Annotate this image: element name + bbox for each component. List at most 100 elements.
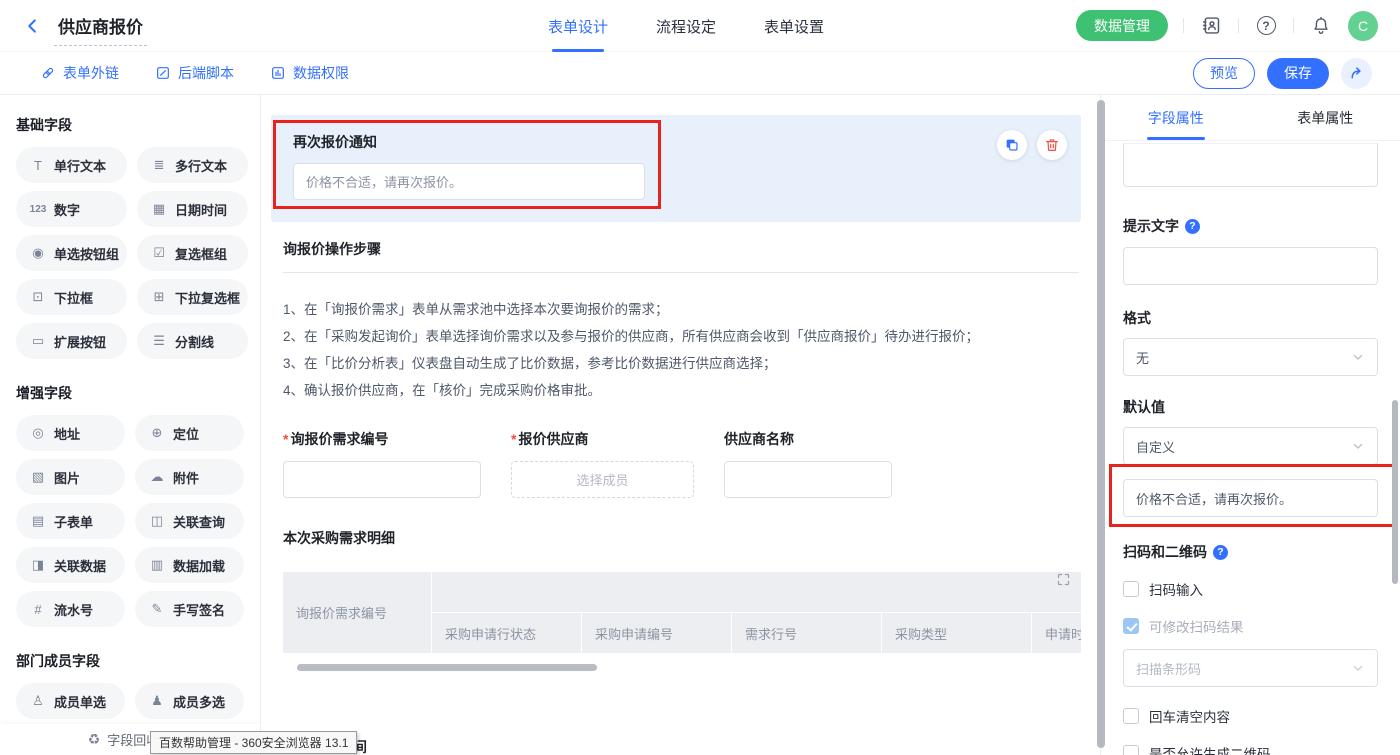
tab-form-setting[interactable]: 表单设置 [764, 0, 824, 52]
share-button[interactable] [1341, 58, 1372, 89]
checkbox-group-icon: ☑ [150, 245, 168, 261]
checkbox-unchecked[interactable] [1123, 708, 1139, 724]
divider [1183, 18, 1184, 33]
field-type-item[interactable]: ≣多行文本 [137, 147, 248, 183]
user-avatar[interactable]: C [1348, 11, 1378, 41]
deadline-label: 报价截止时间 [283, 737, 1081, 755]
property-panel-body: 提示文字 ? 格式 无 默认值 自定义 [1101, 143, 1400, 755]
data-permission-icon [270, 65, 286, 81]
tab-flow-setting[interactable]: 流程设定 [656, 0, 716, 52]
field-type-item[interactable]: ☰分割线 [137, 323, 248, 359]
field-type-item[interactable]: ▥数据加载 [135, 547, 244, 583]
scan-type-select[interactable]: 扫描条形码 [1123, 649, 1378, 687]
copy-field-button[interactable] [997, 130, 1027, 160]
checkbox-unchecked[interactable] [1123, 745, 1139, 755]
checkbox-scan-input[interactable]: 扫码输入 [1123, 579, 1378, 599]
property-panel: 字段属性 表单属性 提示文字 ? 格式 无 默认值 [1100, 95, 1400, 755]
help-icon[interactable]: ? [1254, 14, 1278, 38]
tab-field-properties[interactable]: 字段属性 [1101, 95, 1251, 140]
location-icon: ⊕ [148, 425, 166, 441]
required-mark: * [511, 431, 516, 447]
preview-button[interactable]: 预览 [1193, 58, 1255, 89]
canvas-vertical-scrollbar[interactable] [1097, 100, 1105, 748]
save-button[interactable]: 保存 [1267, 58, 1329, 89]
field-request-number[interactable]: *询报价需求编号 [283, 429, 481, 498]
request-number-input[interactable] [283, 461, 481, 498]
field-type-item[interactable]: ◎地址 [16, 415, 125, 451]
field-supplier-name[interactable]: 供应商名称 [724, 429, 892, 498]
field-type-item[interactable]: ▭扩展按钮 [16, 323, 127, 359]
steps-divider-section: 询报价操作步骤 1、在「询报价需求」表单从需求池中选择本次要询报价的需求； 2、… [271, 239, 1081, 404]
scan-help-icon[interactable]: ? [1213, 545, 1228, 560]
copy-icon [1004, 137, 1020, 153]
field-type-item[interactable]: ⊡下拉框 [16, 279, 127, 315]
subform-column-header: 采购类型 [881, 613, 1031, 653]
select-member-box[interactable]: 选择成员 [511, 461, 694, 498]
field-type-item[interactable]: ◨关联数据 [16, 547, 125, 583]
basic-fields-grid: T单行文本 ≣多行文本 123数字 ▦日期时间 ◉单选按钮组 ☑复选框组 ⊡下拉… [16, 147, 244, 359]
supplier-name-input[interactable] [724, 461, 892, 498]
field-type-item[interactable]: ☑复选框组 [137, 235, 248, 271]
attachment-icon: ☁ [148, 469, 166, 485]
fullscreen-expand-icon[interactable] [1056, 572, 1071, 587]
field-type-item[interactable]: ⊕定位 [135, 415, 244, 451]
address-book-icon[interactable] [1199, 14, 1223, 38]
subform-first-column-header: 询报价需求编号 [283, 572, 431, 653]
panel-vertical-scrollbar[interactable] [1392, 400, 1398, 584]
checkbox-unchecked[interactable] [1123, 581, 1139, 597]
form-fields-row: *询报价需求编号 *报价供应商 选择成员 供应商名称 [271, 429, 1081, 498]
hint-text-input[interactable] [1123, 247, 1378, 285]
field-type-item[interactable]: #流水号 [16, 591, 125, 627]
field-type-item[interactable]: ▧图片 [16, 459, 125, 495]
checkbox-editable-scan-result[interactable]: 可修改扫码结果 [1123, 616, 1378, 636]
field-type-item[interactable]: ▤子表单 [16, 503, 125, 539]
field-type-item[interactable]: T单行文本 [16, 147, 127, 183]
checkbox-enter-clear[interactable]: 回车清空内容 [1123, 706, 1378, 726]
subform-column-header: 申请时间 [1031, 613, 1081, 653]
datetime-icon: ▦ [150, 201, 168, 217]
field-type-item[interactable]: ♟成员多选 [135, 683, 244, 719]
format-select[interactable]: 无 [1123, 338, 1378, 376]
section-title-basic-fields: 基础字段 [16, 115, 244, 135]
serial-number-icon: # [29, 602, 47, 617]
form-external-link[interactable]: 表单外链 [40, 63, 119, 83]
field-type-item[interactable]: 123数字 [16, 191, 127, 227]
delete-field-button[interactable] [1037, 130, 1067, 160]
notification-bell-icon[interactable] [1309, 14, 1333, 38]
field-type-item[interactable]: ☁附件 [135, 459, 244, 495]
subform-table-area: 询报价需求编号 采购申请行状态 采购申请编号 需求行号 采购类型 申请时间 [271, 572, 1081, 671]
main-tabs: 表单设计 流程设定 表单设置 [548, 0, 824, 52]
data-permission-link[interactable]: 数据权限 [270, 63, 349, 83]
field-type-item[interactable]: ♙成员单选 [16, 683, 125, 719]
field-quote-supplier[interactable]: *报价供应商 选择成员 [511, 429, 694, 498]
checkbox-allow-qrcode[interactable]: 是否允许生成二维码 [1123, 743, 1378, 755]
link-icon [40, 65, 56, 81]
field-name-input-partial[interactable] [1123, 143, 1378, 187]
scan-qrcode-section-label: 扫码和二维码 [1123, 542, 1207, 562]
trash-icon [1044, 137, 1060, 153]
default-mode-select[interactable]: 自定义 [1123, 427, 1378, 465]
backend-script-link[interactable]: 后端脚本 [155, 63, 234, 83]
tab-form-design[interactable]: 表单设计 [548, 0, 608, 52]
field-actions [997, 130, 1067, 160]
data-load-icon: ▥ [148, 557, 166, 573]
selected-field-block[interactable]: 再次报价通知 价格不合适，请再次报价。 [271, 115, 1081, 222]
subform-horizontal-scrollbar[interactable] [297, 664, 597, 671]
tab-form-properties[interactable]: 表单属性 [1251, 95, 1400, 140]
page-title[interactable]: 供应商报价 [54, 13, 147, 46]
image-icon: ▧ [29, 469, 47, 485]
back-button[interactable] [22, 15, 44, 37]
checkbox-checked-disabled[interactable] [1123, 618, 1139, 634]
default-value-input[interactable]: 价格不合适，请再次报价。 [1123, 479, 1378, 517]
field-type-item[interactable]: ✎手写签名 [135, 591, 244, 627]
field-type-item[interactable]: ⊞下拉复选框 [137, 279, 248, 315]
subform-title: 本次采购需求明细 [271, 528, 1081, 548]
signature-icon: ✎ [148, 601, 166, 617]
renotify-text-input[interactable]: 价格不合适，请再次报价。 [293, 163, 645, 200]
field-type-item[interactable]: ◫关联查询 [135, 503, 244, 539]
field-type-item[interactable]: ◉单选按钮组 [16, 235, 127, 271]
data-manage-button[interactable]: 数据管理 [1076, 10, 1168, 41]
field-type-item[interactable]: ▦日期时间 [137, 191, 248, 227]
chevron-down-icon [1351, 350, 1365, 364]
hint-help-icon[interactable]: ? [1185, 219, 1200, 234]
